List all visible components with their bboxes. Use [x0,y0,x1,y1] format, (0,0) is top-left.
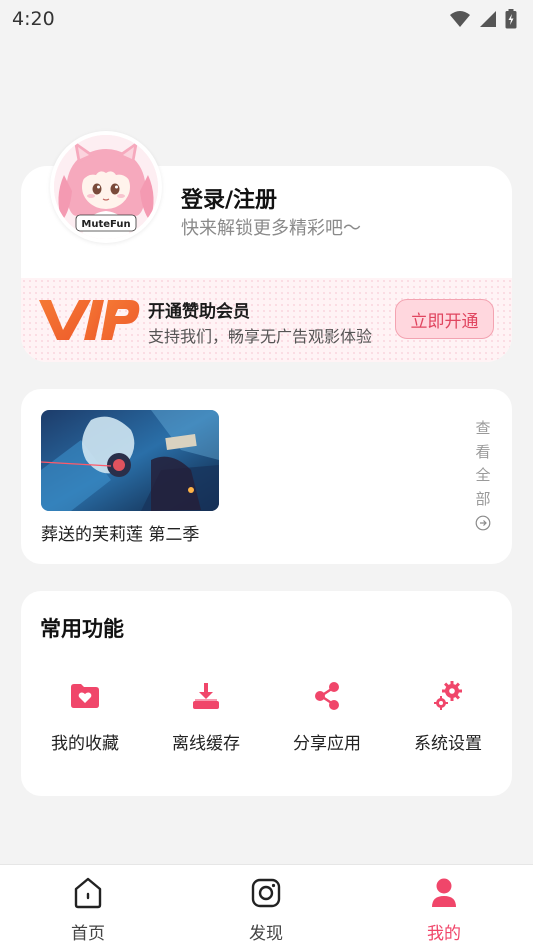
profile-icon [432,878,456,907]
history-item-thumbnail[interactable] [41,410,219,511]
vip-banner[interactable]: 开通赞助会员 支持我们，畅享无广告观影体验 立即开通 [21,278,512,362]
vip-logo-icon [39,300,140,340]
system-settings-label: 系统设置 [414,734,482,754]
status-icons [449,9,517,29]
vip-subtitle: 支持我们，畅享无广告观影体验 [148,327,373,346]
view-all-char: 查 [475,419,491,437]
login-subtitle: 快来解锁更多精彩吧～ [181,218,361,239]
share-app-button[interactable]: 分享应用 [272,677,382,757]
avatar[interactable]: MuteFun [50,131,162,243]
settings-gears-icon [434,681,462,710]
view-all-char: 全 [475,466,491,484]
system-settings-button[interactable]: 系统设置 [393,677,503,757]
history-item-title[interactable]: 葬送的芙莉莲 第二季 [41,520,199,545]
avatar-logo-text: MuteFun [81,219,130,230]
offline-cache-button[interactable]: 离线缓存 [151,677,261,757]
offline-cache-label: 离线缓存 [172,734,240,754]
login-register-link[interactable]: 登录/注册 [181,182,277,214]
share-app-label: 分享应用 [293,734,361,754]
nav-item-mine[interactable]: 我的 [394,875,494,945]
favorites-label: 我的收藏 [51,734,119,754]
watch-history-card: 葬送的芙莉莲 第二季 查 看 全 部 [21,389,512,564]
discover-icon [251,878,281,908]
view-all-char: 看 [475,442,491,461]
view-all-link[interactable]: 查 看 全 部 [473,417,493,531]
nav-label-home: 首页 [71,924,105,944]
avatar-image: MuteFun [54,135,158,239]
share-icon [315,682,339,710]
favorites-button[interactable]: 我的收藏 [30,677,140,757]
wifi-icon [450,11,470,27]
favorites-folder-icon [71,684,99,708]
nav-item-home[interactable]: 首页 [38,875,138,945]
nav-label-mine: 我的 [427,924,461,944]
nav-label-discover: 发现 [249,924,283,944]
vip-title: 开通赞助会员 [148,302,250,322]
status-time: 4:20 [12,8,55,30]
status-bar: 4:20 [0,0,533,38]
common-functions-card: 常用功能 我的收藏 离线缓存 分享应用 系统设置 [21,591,512,796]
anime-thumbnail-image [41,410,219,511]
vip-open-button[interactable]: 立即开通 [395,299,494,339]
signal-icon [480,11,496,27]
home-icon [74,877,102,909]
download-icon [193,683,219,709]
nav-item-discover[interactable]: 发现 [216,875,316,945]
battery-icon [505,9,517,29]
arrow-right-circle-icon [475,515,491,531]
functions-title: 常用功能 [40,617,124,641]
bottom-navigation: 首页 发现 我的 [0,864,533,948]
view-all-char: 部 [475,489,491,508]
